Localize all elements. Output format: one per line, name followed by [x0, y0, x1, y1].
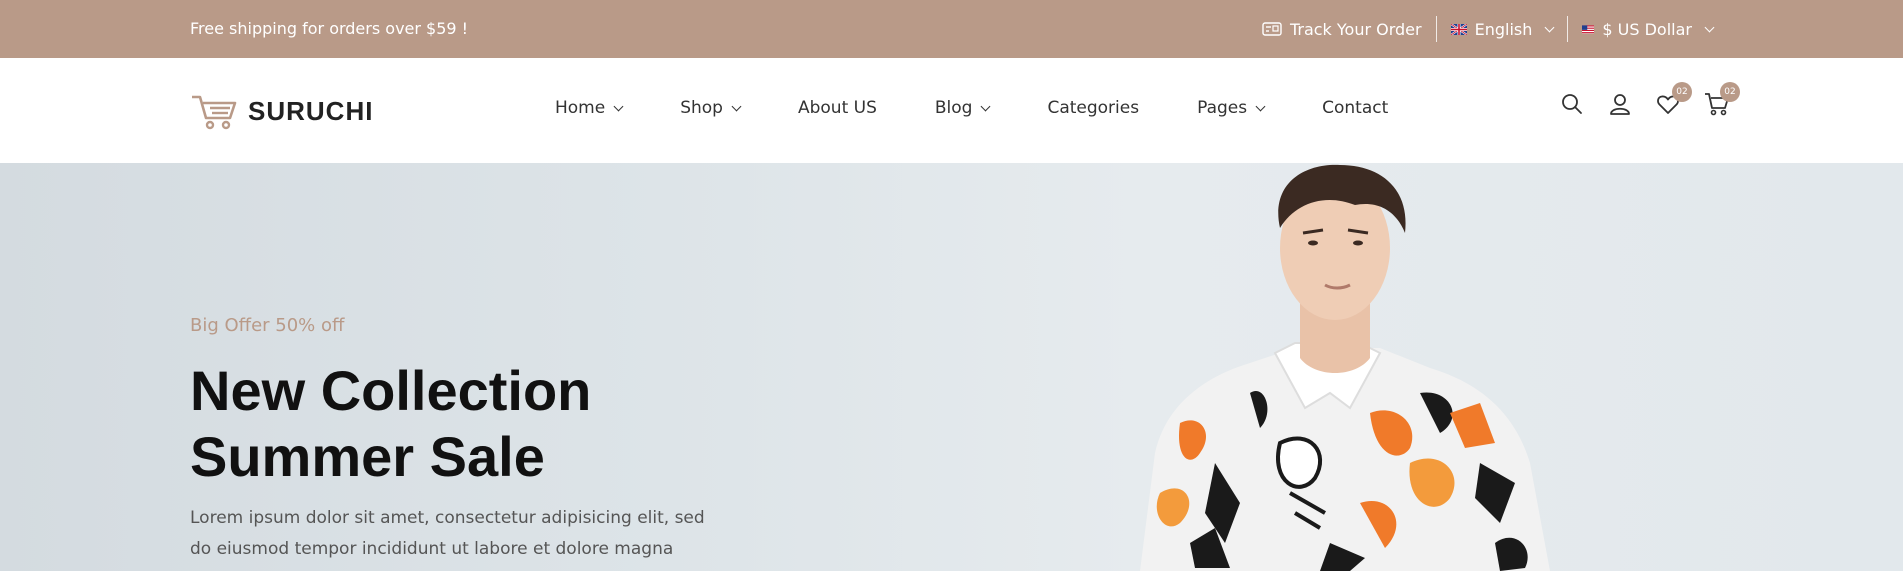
track-order-link[interactable]: Track Your Order: [1248, 20, 1436, 39]
hero-model-image: [1140, 164, 1550, 571]
nav-label: Shop: [680, 98, 723, 118]
hero-title-line2: Summer Sale: [190, 425, 545, 488]
us-flag-icon: [1582, 24, 1595, 34]
main-header: SURUCHI Home Shop About US Blog Categori…: [0, 58, 1903, 163]
language-selector[interactable]: English: [1437, 20, 1568, 39]
hero-title: New Collection Summer Sale: [190, 358, 591, 490]
wishlist-count-badge: 02: [1672, 82, 1692, 102]
nav-item-blog[interactable]: Blog: [934, 98, 991, 118]
hero-title-line1: New Collection: [190, 359, 592, 422]
cart-count-badge: 02: [1720, 82, 1740, 102]
nav-label: About US: [797, 98, 877, 118]
nav-label: Contact: [1322, 98, 1389, 118]
nav-label: Blog: [934, 98, 973, 118]
language-label: English: [1474, 19, 1533, 39]
track-order-label: Track Your Order: [1289, 19, 1422, 39]
cart-button[interactable]: 02: [1704, 82, 1740, 116]
uk-flag-icon: [1450, 23, 1467, 35]
chevron-down-icon: [1544, 22, 1555, 32]
chevron-down-icon: [981, 101, 991, 111]
nav-label: Home: [555, 98, 606, 118]
header-tools: 02 02: [1560, 82, 1740, 116]
currency-label: $ US Dollar: [1602, 19, 1692, 39]
hero-description: Lorem ipsum dolor sit amet, consectetur …: [190, 508, 705, 559]
nav-item-home[interactable]: Home: [555, 98, 624, 118]
wishlist-button[interactable]: 02: [1656, 82, 1692, 116]
nav-item-shop[interactable]: Shop: [680, 98, 742, 118]
search-icon: [1562, 94, 1582, 114]
nav-item-contact[interactable]: Contact: [1322, 98, 1388, 118]
hero-banner: Big Offer 50% off New Collection Summer …: [0, 163, 1903, 571]
nav-label: Categories: [1047, 98, 1140, 118]
truck-icon: [1262, 22, 1282, 36]
main-nav: Home Shop About US Blog Categories Pages…: [555, 98, 1388, 118]
logo-text: SURUCHI: [248, 95, 374, 126]
nav-label: Pages: [1197, 98, 1248, 118]
cart-logo-icon: [192, 95, 237, 130]
free-shipping-text: Free shipping for orders over $59 !: [190, 19, 469, 38]
user-icon: [1610, 94, 1630, 115]
chevron-down-icon: [1704, 22, 1715, 32]
chevron-down-icon: [1255, 101, 1266, 111]
chevron-down-icon: [731, 101, 742, 111]
topbar-right: Track Your Order English $ US Dollar: [1248, 16, 1715, 42]
hero-offer-text: Big Offer 50% off: [190, 315, 345, 336]
account-button[interactable]: [1608, 92, 1632, 116]
nav-item-about[interactable]: About US: [798, 98, 877, 118]
nav-item-categories[interactable]: Categories: [1047, 98, 1139, 118]
search-button[interactable]: [1560, 92, 1584, 116]
announcement-bar: Free shipping for orders over $59 ! Trac…: [0, 0, 1903, 58]
logo[interactable]: SURUCHI: [190, 92, 373, 130]
nav-item-pages[interactable]: Pages: [1197, 98, 1266, 118]
chevron-down-icon: [613, 101, 624, 111]
currency-selector[interactable]: $ US Dollar: [1568, 19, 1715, 39]
